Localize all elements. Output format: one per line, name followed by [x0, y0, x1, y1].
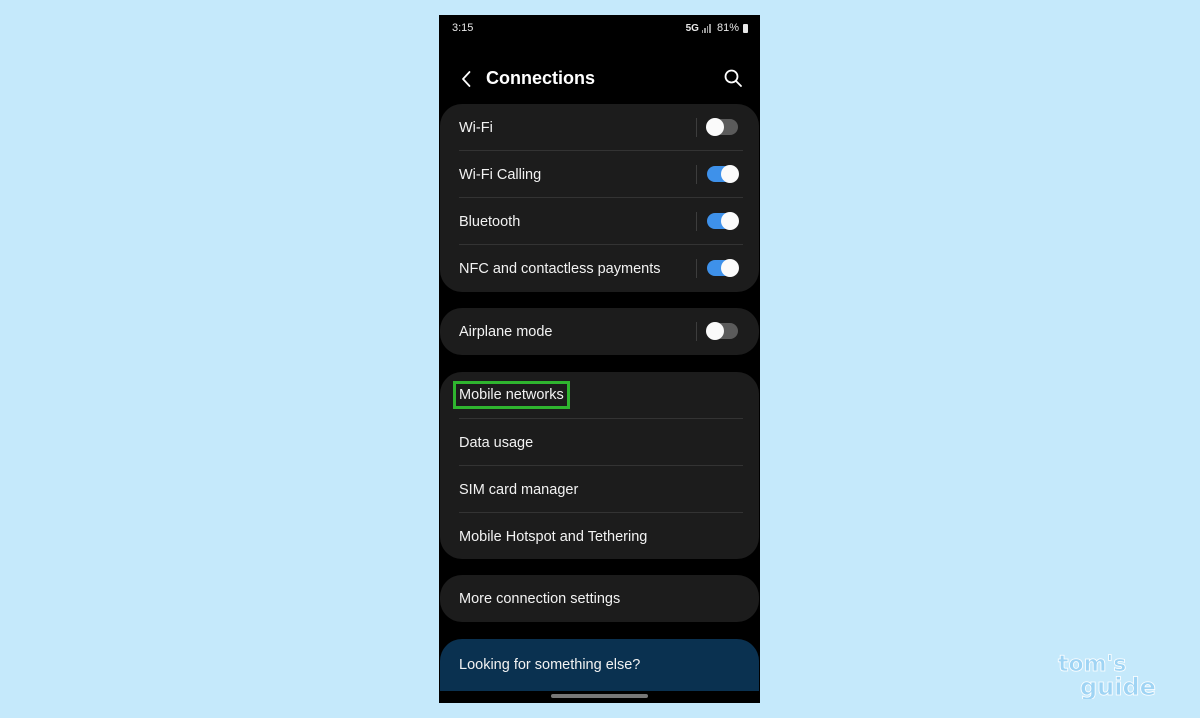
bluetooth-row[interactable]: Bluetooth [440, 198, 759, 245]
back-arrow-icon[interactable] [457, 69, 477, 89]
signal-icon [701, 23, 711, 33]
nfc-row[interactable]: NFC and contactless payments [440, 245, 759, 292]
toggle-knob [721, 165, 739, 183]
wifi-calling-toggle[interactable] [707, 165, 739, 183]
help-label: Looking for something else? [459, 657, 641, 673]
more-connection-settings-row[interactable]: More connection settings [440, 575, 759, 622]
connections-card: Wi-Fi Wi-Fi Calling Bluetooth NFC and co… [440, 104, 759, 292]
more-connection-settings-label: More connection settings [459, 590, 621, 607]
nfc-toggle[interactable] [707, 259, 739, 277]
airplane-mode-label: Airplane mode [459, 323, 553, 340]
airplane-mode-toggle[interactable] [706, 322, 738, 340]
networks-card: Mobile networks Data usage SIM card mana… [440, 372, 759, 559]
toggle-knob [706, 322, 724, 340]
page-title: Connections [486, 68, 596, 88]
app-bar: Connections [439, 65, 760, 95]
wifi-row[interactable]: Wi-Fi [440, 104, 759, 151]
divider [696, 259, 697, 278]
phone-screen: 3:15 5G 81% Connections Wi-Fi Wi-Fi Call… [439, 15, 760, 703]
wifi-toggle[interactable] [706, 118, 738, 136]
wifi-calling-label: Wi-Fi Calling [459, 166, 542, 183]
wifi-calling-row[interactable]: Wi-Fi Calling [440, 151, 759, 198]
status-bar: 3:15 5G 81% [439, 15, 760, 43]
highlight-box: Mobile networks [453, 381, 570, 409]
sim-card-manager-row[interactable]: SIM card manager [440, 466, 759, 513]
mobile-networks-label: Mobile networks [459, 387, 564, 403]
toggle-knob [721, 259, 739, 277]
toggle-knob [721, 212, 739, 230]
search-icon[interactable] [723, 68, 743, 88]
battery-percent: 81% [716, 22, 739, 34]
divider [696, 322, 697, 341]
more-settings-card: More connection settings [440, 575, 759, 622]
toggle-knob [706, 118, 724, 136]
data-usage-row[interactable]: Data usage [440, 419, 759, 466]
sim-card-manager-label: SIM card manager [459, 481, 579, 498]
gesture-bar[interactable] [551, 694, 648, 698]
divider [696, 118, 697, 137]
nfc-label: NFC and contactless payments [459, 260, 661, 277]
divider [696, 212, 697, 231]
bluetooth-toggle[interactable] [707, 212, 739, 230]
hotspot-label: Mobile Hotspot and Tethering [459, 528, 648, 545]
airplane-mode-row[interactable]: Airplane mode [440, 308, 759, 355]
status-right: 5G 81% [686, 22, 748, 34]
airplane-card: Airplane mode [440, 308, 759, 355]
network-type: 5G [685, 22, 699, 34]
data-usage-label: Data usage [459, 434, 534, 451]
hotspot-row[interactable]: Mobile Hotspot and Tethering [440, 513, 759, 560]
divider [696, 165, 697, 184]
toms-guide-logo: tom's guide [1056, 651, 1174, 702]
wifi-label: Wi-Fi [459, 119, 493, 136]
help-card[interactable]: Looking for something else? [440, 639, 759, 691]
battery-icon [743, 23, 748, 33]
logo-line2: guide [1080, 673, 1156, 699]
status-time: 3:15 [452, 22, 474, 34]
bluetooth-label: Bluetooth [459, 213, 521, 230]
mobile-networks-row[interactable]: Mobile networks [440, 372, 759, 419]
